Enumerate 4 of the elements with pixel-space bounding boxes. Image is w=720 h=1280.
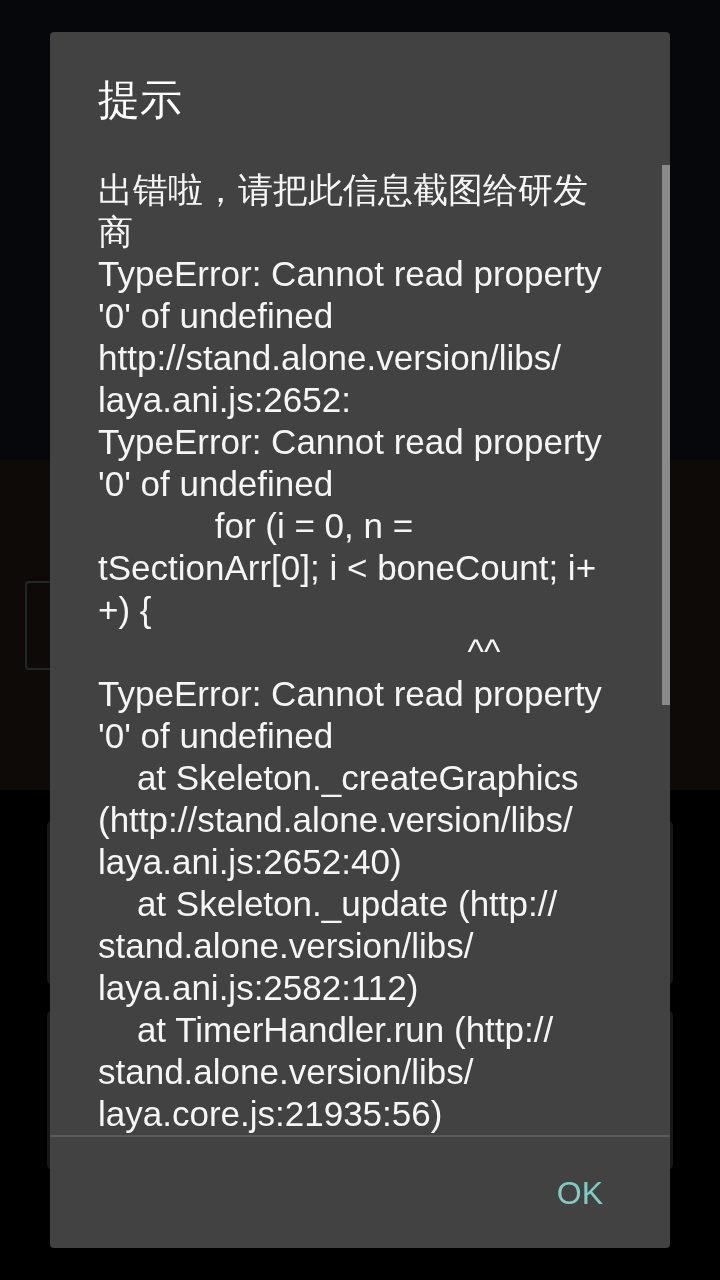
- error-message: 出错啦，请把此信息截图给研发 商 TypeError: Cannot read property '0' of undefined http://stand.alone.version/libs/ laya.ani.js:2652: TypeError: Cannot read property '0' of undefined for (i = 0, n = tSectionArr[0]; i < boneCount; i+ +) { ^^ TypeError: Cannot read property '0' of undefined at Skeleton._createGraphics (http://stand.alone.version/libs/ laya.ani.js:2652:40) at Skeleton._update (http:// stand.alone.version/libs/ laya.ani.js:2582:112) at TimerHandler.run (http:// stand.alone.version/libs/ laya.core.js:21935:56): [98, 169, 602, 1135]
- ok-button[interactable]: OK: [540, 1163, 619, 1222]
- dialog-title: 提示: [98, 76, 182, 124]
- scrollbar-thumb[interactable]: [662, 165, 670, 705]
